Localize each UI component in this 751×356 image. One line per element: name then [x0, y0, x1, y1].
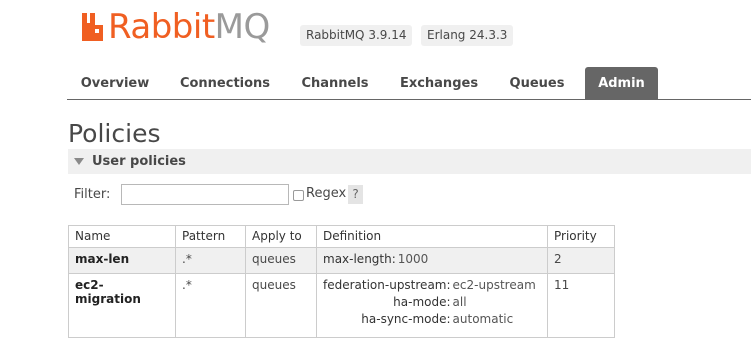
- logo-wordmark: RabbitMQ: [108, 7, 270, 47]
- logo-word-rabbit: Rabbit: [108, 7, 215, 47]
- regex-checkbox[interactable]: [293, 190, 304, 201]
- policies-table: Name Pattern Apply to Definition Priorit…: [68, 225, 615, 338]
- policy-apply-to: queues: [245, 273, 317, 338]
- policy-priority: 11: [547, 273, 615, 338]
- page-title: Policies: [68, 119, 161, 148]
- column-header-apply-to[interactable]: Apply to: [245, 225, 317, 248]
- definition-entry: max-length: 1000: [323, 252, 430, 269]
- policy-priority: 2: [547, 247, 615, 274]
- filter-input[interactable]: [121, 184, 289, 205]
- collapse-triangle-icon: [74, 158, 84, 165]
- tab-queues[interactable]: Queues: [499, 67, 575, 100]
- definition-value: all: [452, 295, 467, 309]
- definition-entry: ha-mode: all: [323, 295, 538, 312]
- tab-admin[interactable]: Admin: [585, 67, 658, 100]
- definition-list: federation-upstream: ec2-upstream ha-mod…: [323, 278, 538, 329]
- definition-key: max-length:: [323, 252, 396, 266]
- rabbit-logo-icon: [82, 13, 103, 41]
- definition-list: max-length: 1000: [323, 252, 430, 269]
- policy-apply-to: queues: [245, 247, 317, 274]
- definition-key: ha-mode:: [393, 295, 451, 309]
- definition-key: federation-upstream:: [323, 278, 451, 292]
- definition-value: automatic: [452, 312, 514, 326]
- logo-word-mq: MQ: [214, 7, 271, 47]
- regex-help-button[interactable]: ?: [348, 185, 363, 204]
- table-header-row: Name Pattern Apply to Definition Priorit…: [68, 225, 615, 248]
- erlang-version-badge: Erlang 24.3.3: [421, 25, 514, 46]
- filter-label: Filter:: [74, 187, 111, 202]
- definition-value: ec2-upstream: [452, 278, 536, 292]
- tab-overview[interactable]: Overview: [73, 67, 157, 100]
- definition-entry: federation-upstream: ec2-upstream: [323, 278, 538, 295]
- user-policies-section-toggle[interactable]: User policies: [68, 149, 751, 174]
- section-title: User policies: [92, 154, 186, 169]
- rabbitmq-version-badge: RabbitMQ 3.9.14: [300, 25, 413, 46]
- policy-name[interactable]: max-len: [68, 247, 176, 274]
- policy-pattern: .*: [175, 247, 246, 274]
- tab-channels[interactable]: Channels: [293, 67, 377, 100]
- definition-value: 1000: [397, 252, 429, 266]
- policy-name[interactable]: ec2-migration: [68, 273, 176, 338]
- column-header-name[interactable]: Name: [68, 225, 176, 248]
- policy-definition: max-length: 1000: [316, 247, 548, 274]
- policy-definition: federation-upstream: ec2-upstream ha-mod…: [316, 273, 548, 338]
- definition-entry: ha-sync-mode: automatic: [323, 312, 538, 329]
- column-header-pattern[interactable]: Pattern: [175, 225, 246, 248]
- regex-label[interactable]: Regex: [306, 186, 346, 202]
- column-header-priority[interactable]: Priority: [547, 225, 615, 248]
- definition-key: ha-sync-mode:: [361, 312, 451, 326]
- table-row[interactable]: max-len .* queues max-length: 1000 2: [68, 247, 615, 274]
- policy-pattern: .*: [175, 273, 246, 338]
- tab-connections[interactable]: Connections: [173, 67, 277, 100]
- main-nav-tabs: Overview Connections Channels Exchanges …: [67, 67, 751, 100]
- table-row[interactable]: ec2-migration .* queues federation-upstr…: [68, 273, 615, 338]
- tab-exchanges[interactable]: Exchanges: [393, 67, 485, 100]
- column-header-definition[interactable]: Definition: [316, 225, 548, 248]
